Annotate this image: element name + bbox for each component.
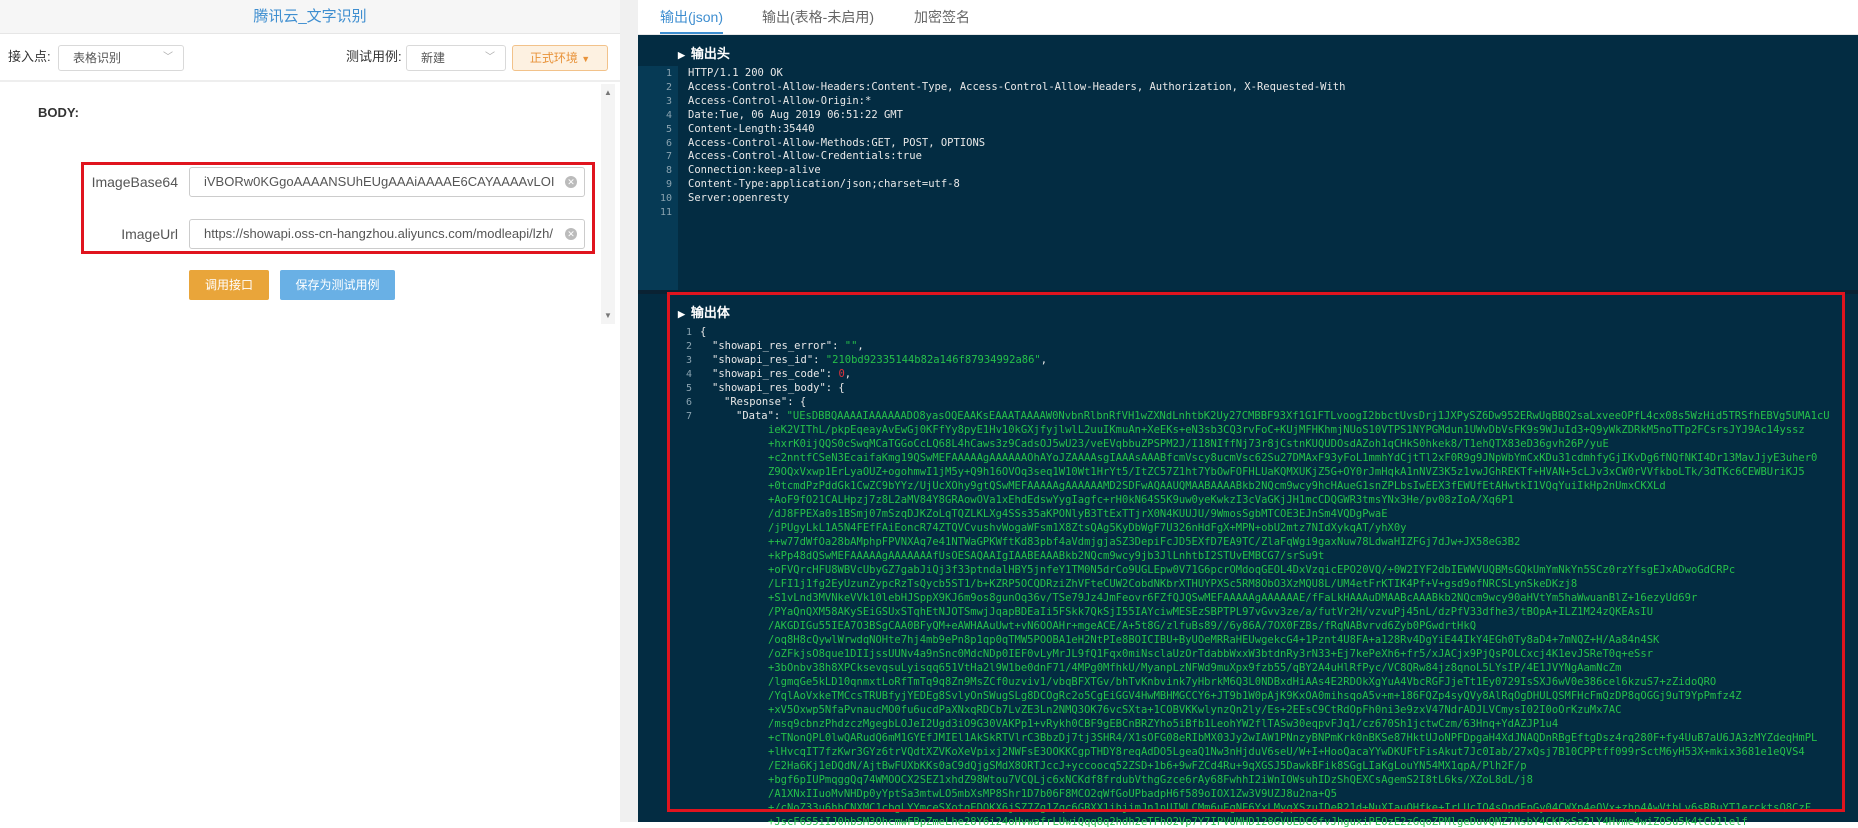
line-number: 5	[665, 123, 672, 135]
data-line: +JscF6S5iIJ0hbSM3OhcmwFBpZmeLhe28Y6i24oH…	[768, 816, 1748, 828]
line-number: 1	[665, 68, 672, 79]
header-line: Content-Type:application/json;charset=ut…	[688, 178, 960, 191]
line-number: 8	[665, 165, 672, 177]
tab-encrypt-sign[interactable]: 加密签名	[914, 0, 970, 34]
imagebase64-value: iVBORw0KGgoAAAANSUhEUgAAAiAAAAE6CAYAAAAv…	[204, 174, 555, 189]
line-number: 2	[665, 81, 672, 93]
header-line: Access-Control-Allow-Headers:Content-Typ…	[688, 80, 1346, 93]
environment-button[interactable]: 正式环境 ▼	[512, 45, 608, 71]
right-panel: 输出(json) 输出(表格-未启用) 加密签名 ▶ 输出头 1 2 3 4 5 6 7 8 9 1…	[638, 0, 1858, 828]
chevron-down-icon: ﹀	[485, 52, 495, 63]
tab-output-table[interactable]: 输出(表格-未启用)	[762, 0, 874, 34]
line-number: 4	[665, 109, 672, 121]
environment-label: 正式环境	[529, 51, 578, 65]
tab-output-json[interactable]: 输出(json)	[660, 0, 724, 34]
save-test-case-button[interactable]: 保存为测试用例	[280, 270, 395, 300]
line-number: 9	[665, 179, 672, 191]
access-point-select[interactable]: 表格识别 ﹀	[58, 45, 184, 71]
chevron-down-icon: ﹀	[163, 52, 173, 63]
imageurl-value: https://showapi.oss-cn-hangzhou.aliyuncs…	[204, 226, 554, 241]
output-header-label: 输出头	[690, 46, 730, 61]
line-number: 10	[659, 193, 672, 205]
header-line: Access-Control-Allow-Methods:GET, POST, …	[688, 136, 986, 149]
line-number: 11	[659, 207, 672, 218]
left-panel: 腾讯云_文字识别 接入点: 表格识别 ﹀ 测试用例: 新建 ﹀ 正式环境 ▼ B…	[0, 0, 620, 822]
access-point-label: 接入点:	[8, 49, 51, 64]
header-line: Date:Tue, 06 Aug 2019 06:51:22 GMT	[688, 108, 903, 121]
header-line: Access-Control-Allow-Credentials:true	[688, 150, 922, 163]
test-case-select[interactable]: 新建 ﹀	[406, 45, 506, 71]
test-case-value: 新建	[421, 51, 446, 65]
api-title: 腾讯云_文字识别	[0, 0, 620, 34]
body-label: BODY:	[38, 105, 79, 120]
highlight-box	[667, 292, 1845, 812]
scroll-down-icon[interactable]: ▼	[604, 311, 612, 320]
header-line: HTTP/1.1 200 OK	[688, 67, 783, 79]
scrollbar[interactable]: ▲ ▼	[601, 84, 615, 324]
scroll-up-icon[interactable]: ▲	[604, 88, 612, 97]
output-tabs: 输出(json) 输出(表格-未启用) 加密签名	[638, 0, 1858, 35]
clear-icon[interactable]: ✕	[565, 228, 577, 240]
clear-icon[interactable]: ✕	[565, 176, 577, 188]
imagebase64-input[interactable]: iVBORw0KGgoAAAANSUhEUgAAAiAAAAE6CAYAAAAv…	[189, 167, 585, 197]
access-point-value: 表格识别	[73, 51, 122, 65]
header-line: Server:openresty	[688, 192, 790, 205]
line-number: 6	[665, 137, 672, 149]
line-number: 3	[665, 95, 672, 107]
field-label-imagebase64: ImageBase64	[91, 174, 178, 190]
divider	[0, 80, 620, 82]
output-header-title[interactable]: ▶ 输出头	[678, 43, 730, 62]
test-case-label: 测试用例:	[346, 49, 402, 64]
header-line: Content-Length:35440	[688, 122, 815, 135]
header-line: Access-Control-Allow-Origin:*	[688, 94, 872, 107]
caret-down-icon: ▼	[581, 54, 591, 64]
imageurl-input[interactable]: https://showapi.oss-cn-hangzhou.aliyuncs…	[189, 219, 585, 249]
call-api-button[interactable]: 调用接口	[189, 270, 269, 300]
triangle-right-icon: ▶	[678, 50, 685, 60]
panel-gap	[620, 0, 638, 822]
field-label-imageurl: ImageUrl	[121, 226, 178, 242]
header-line: Connection:keep-alive	[688, 164, 821, 177]
line-number: 7	[665, 151, 672, 163]
